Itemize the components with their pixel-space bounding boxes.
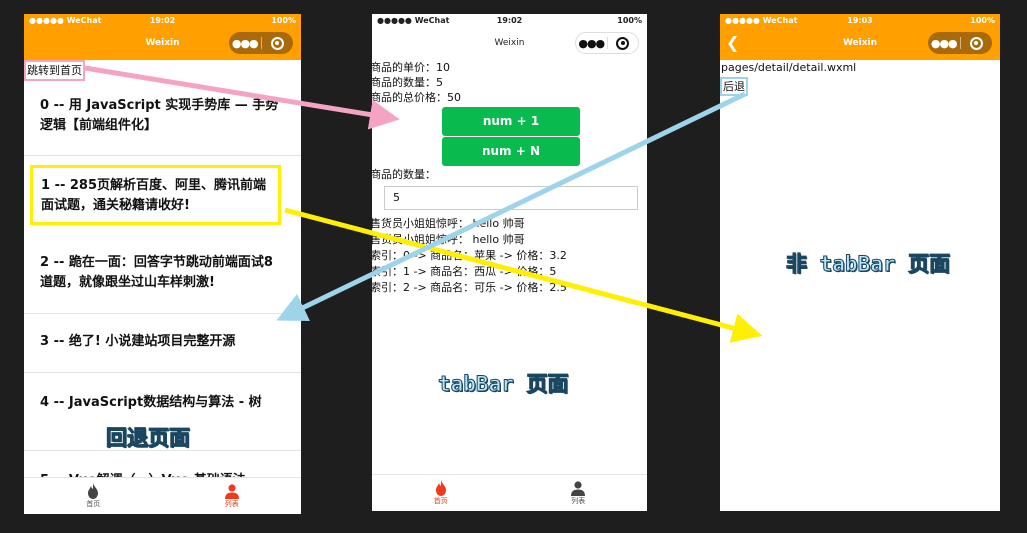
pink-arrow	[84, 65, 400, 130]
tabbar-page-label: tabBar 页面	[438, 372, 570, 397]
back-page-label: 回退页面	[106, 426, 191, 451]
non-tabbar-page-label: 非 tabBar 页面	[785, 252, 951, 277]
blue-arrow	[276, 91, 747, 321]
yellow-arrow	[284, 207, 763, 343]
